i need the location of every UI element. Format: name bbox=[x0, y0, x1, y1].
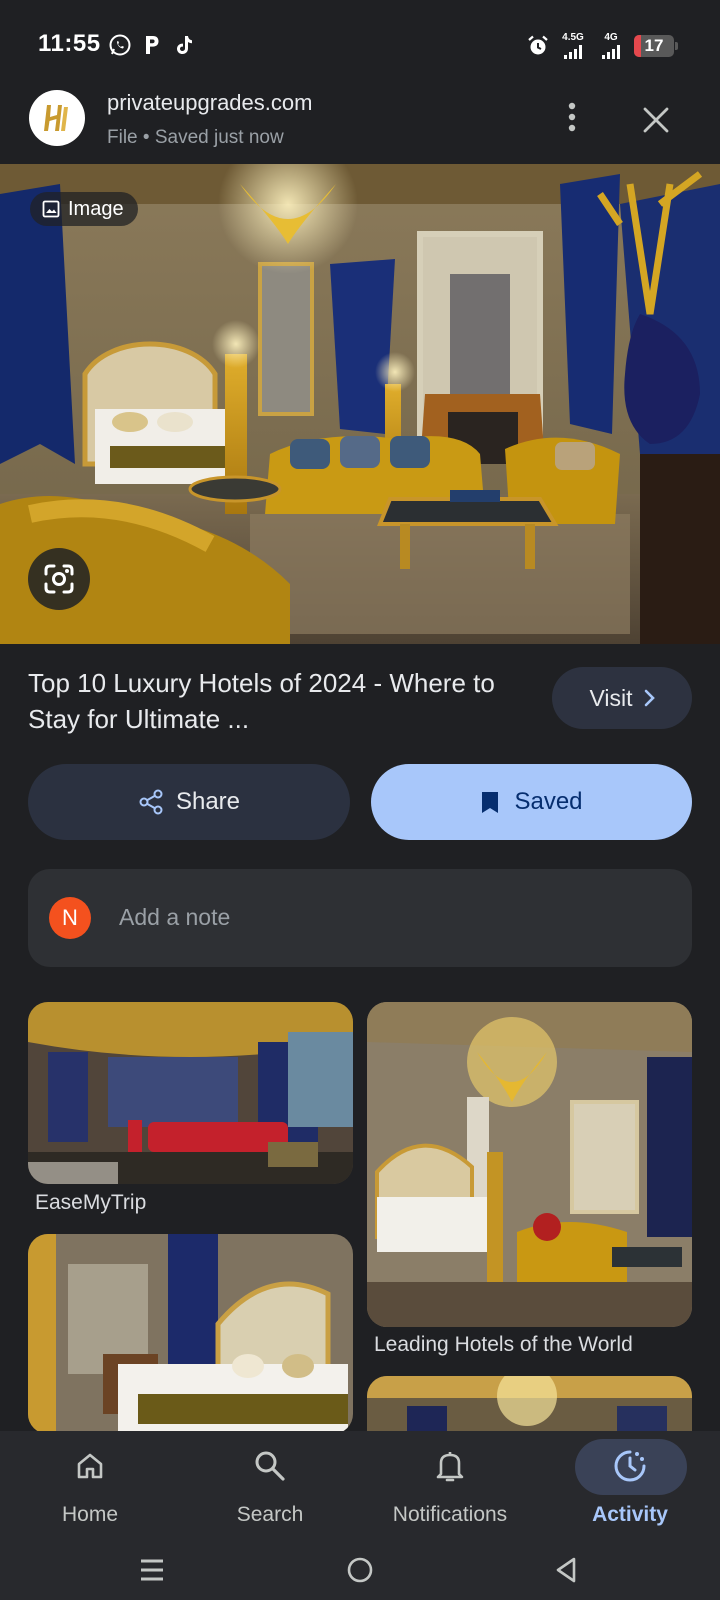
related-image-1[interactable] bbox=[28, 1002, 353, 1184]
share-button[interactable]: Share bbox=[28, 764, 350, 840]
result-header: privateupgrades.com File • Saved just no… bbox=[0, 72, 720, 164]
bottom-navigation: Home Search Notifications Activity bbox=[0, 1431, 720, 1541]
activity-icon bbox=[602, 1449, 658, 1483]
home-icon bbox=[62, 1449, 118, 1483]
back-icon bbox=[556, 1557, 576, 1583]
visit-button[interactable]: Visit bbox=[552, 667, 692, 729]
hotel-room-thumbnail bbox=[28, 1002, 353, 1184]
result-title[interactable]: Top 10 Luxury Hotels of 2024 - Where to … bbox=[28, 665, 538, 737]
chevron-right-icon bbox=[644, 689, 655, 707]
home-circle-icon bbox=[347, 1557, 373, 1583]
battery-tip bbox=[675, 42, 678, 50]
close-icon bbox=[643, 107, 669, 133]
back-button[interactable] bbox=[548, 1555, 584, 1585]
bell-icon bbox=[422, 1449, 478, 1483]
user-avatar: N bbox=[49, 897, 91, 939]
bookmark-filled-icon bbox=[482, 792, 499, 813]
network-indicator-1: 4.5G bbox=[558, 33, 588, 59]
tiktok-icon bbox=[177, 36, 192, 54]
save-status: File • Saved just now bbox=[107, 127, 284, 148]
battery-level-fill bbox=[634, 35, 641, 57]
signal-bars-icon bbox=[596, 45, 626, 59]
hero-image[interactable]: Image bbox=[0, 164, 720, 644]
nav-activity[interactable]: Activity bbox=[540, 1431, 720, 1541]
status-notification-icons bbox=[108, 33, 196, 57]
more-options-button[interactable] bbox=[555, 100, 589, 134]
related-source-1[interactable]: EaseMyTrip bbox=[35, 1191, 146, 1215]
hotel-logo-icon bbox=[36, 97, 78, 139]
related-image-3[interactable] bbox=[28, 1234, 353, 1434]
hotel-room-thumbnail bbox=[367, 1002, 692, 1327]
nav-notifications[interactable]: Notifications bbox=[360, 1431, 540, 1541]
image-type-chip: Image bbox=[30, 192, 138, 226]
hotel-suite-photo bbox=[0, 164, 720, 644]
close-button[interactable] bbox=[636, 100, 676, 140]
image-icon bbox=[42, 200, 60, 218]
recents-button[interactable] bbox=[134, 1555, 170, 1585]
whatsapp-icon bbox=[109, 34, 131, 56]
signal-bars-icon bbox=[558, 45, 588, 59]
more-vert-icon bbox=[568, 102, 576, 132]
site-logo bbox=[29, 90, 85, 146]
related-source-2[interactable]: Leading Hotels of the World bbox=[374, 1333, 633, 1357]
alarm-icon bbox=[528, 35, 548, 55]
network-indicator-2: 4G bbox=[596, 33, 626, 59]
add-note-field[interactable]: N Add a note bbox=[28, 869, 692, 967]
lens-icon bbox=[44, 564, 74, 594]
system-navigation-bar bbox=[0, 1541, 720, 1600]
related-image-2[interactable] bbox=[367, 1002, 692, 1327]
home-button[interactable] bbox=[342, 1555, 378, 1585]
search-icon bbox=[242, 1449, 298, 1483]
parking-icon bbox=[146, 36, 159, 54]
battery-indicator: 17 bbox=[634, 35, 674, 57]
site-name[interactable]: privateupgrades.com bbox=[107, 90, 312, 116]
note-placeholder: Add a note bbox=[119, 904, 231, 930]
status-system-icons: 4.5G 4G 17 bbox=[526, 33, 678, 59]
saved-button[interactable]: Saved bbox=[371, 764, 692, 840]
hotel-room-thumbnail bbox=[28, 1234, 353, 1434]
nav-home[interactable]: Home bbox=[0, 1431, 180, 1541]
share-icon bbox=[139, 789, 163, 815]
status-time: 11:55 bbox=[38, 30, 101, 57]
status-bar: 11:55 4.5G 4G 17 bbox=[0, 0, 720, 72]
recents-icon bbox=[141, 1559, 163, 1581]
nav-search[interactable]: Search bbox=[180, 1431, 360, 1541]
google-lens-button[interactable] bbox=[28, 548, 90, 610]
